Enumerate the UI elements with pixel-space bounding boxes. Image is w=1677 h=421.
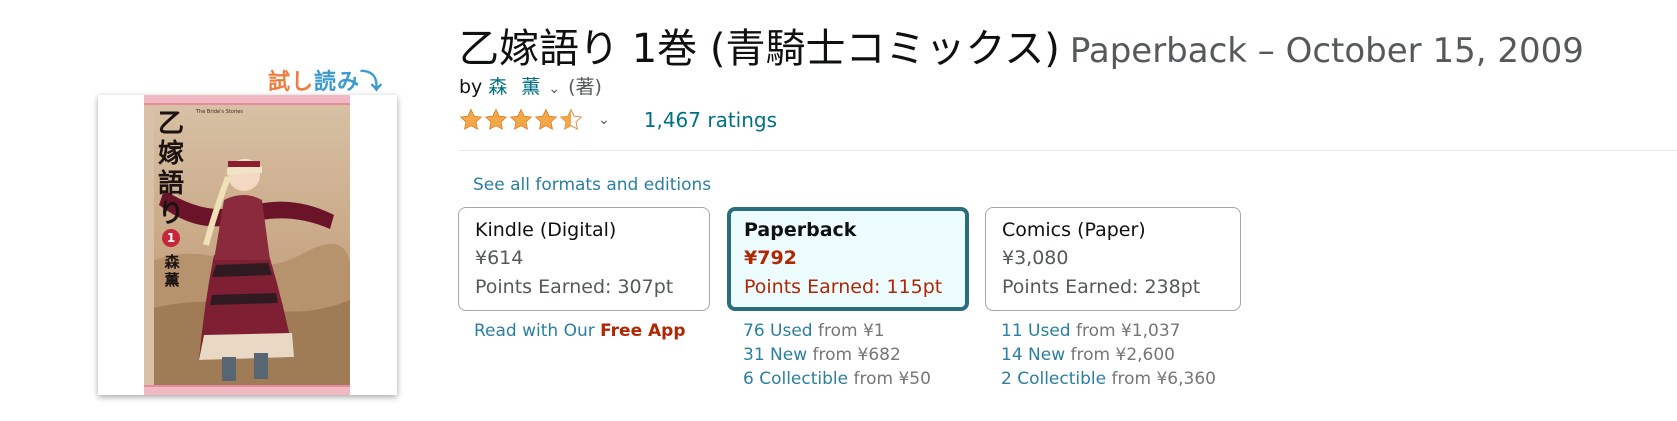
format-price: ¥614 [475, 247, 524, 269]
cover-author-char: 薫 [164, 271, 180, 289]
free-app-link[interactable]: Free App [600, 321, 685, 341]
format-option-comics[interactable]: Comics (Paper) ¥3,080 Points Earned: 238… [985, 207, 1241, 311]
chevron-down-icon[interactable]: ⌄ [598, 112, 610, 128]
format-name: Comics (Paper) [1002, 219, 1146, 241]
cover-title: 乙 嫁 語 り [156, 109, 186, 229]
kindle-app-line[interactable]: Read with Our Free App [458, 319, 710, 343]
offer-line[interactable]: 14 New from ¥2,600 [1001, 343, 1241, 367]
offer-label[interactable]: 31 New [743, 345, 807, 365]
cover-caption: The Bride's Stories [196, 109, 243, 115]
by-label: by [459, 76, 483, 98]
chevron-down-icon[interactable]: ⌄ [548, 81, 560, 97]
format-option-kindle[interactable]: Kindle (Digital) ¥614 Points Earned: 307… [458, 207, 710, 311]
cover-author: 森 薫 [162, 253, 182, 289]
offer-label[interactable]: 14 New [1001, 345, 1065, 365]
offer-from: from ¥682 [812, 345, 901, 365]
format-name: Paperback [744, 219, 857, 241]
book-cover-image[interactable]: 乙 嫁 語 り 1 森 薫 The Bride's Stories [144, 95, 350, 395]
section-divider [459, 150, 1677, 151]
offer-from: from ¥2,600 [1070, 345, 1175, 365]
look-inside-badge[interactable]: 試し読み⤵ [268, 64, 383, 96]
cover-title-char: り [157, 199, 184, 229]
offer-from: from ¥50 [853, 369, 931, 389]
star-full-icon [509, 108, 533, 130]
format-name: Kindle (Digital) [475, 219, 617, 241]
format-points: Points Earned: 307pt [475, 276, 674, 298]
comics-offers: 11 Used from ¥1,037 14 New from ¥2,600 2… [985, 319, 1241, 391]
format-points: Points Earned: 238pt [1002, 276, 1201, 298]
product-title-line: 乙嫁語り 1巻 (青騎士コミックス) Paperback – October 15… [459, 16, 1584, 74]
offer-label[interactable]: 11 Used [1001, 321, 1071, 341]
offer-line[interactable]: 76 Used from ¥1 [743, 319, 969, 343]
offer-line[interactable]: 31 New from ¥682 [743, 343, 969, 367]
curved-arrow-icon: ⤵ [360, 70, 384, 95]
star-half-icon [559, 108, 583, 130]
star-rating[interactable] [459, 108, 584, 132]
format-option-paperback[interactable]: Paperback ¥792 Points Earned: 115pt [727, 207, 969, 311]
rating-row: ⌄ 1,467 ratings [459, 106, 777, 134]
author-link[interactable]: 森 薫 [488, 76, 544, 98]
format-column-kindle: Kindle (Digital) ¥614 Points Earned: 307… [458, 207, 710, 343]
ratings-count-link[interactable]: 1,467 ratings [644, 108, 777, 132]
product-subtitle: Paperback – October 15, 2009 [1069, 31, 1584, 71]
cover-title-char: 嫁 [157, 139, 184, 169]
cover-title-char: 語 [157, 169, 184, 199]
offer-line[interactable]: 6 Collectible from ¥50 [743, 367, 969, 391]
star-full-icon [459, 108, 483, 130]
offer-from: from ¥1,037 [1076, 321, 1181, 341]
offer-label[interactable]: 2 Collectible [1001, 369, 1106, 389]
look-inside-label-1: 試し [268, 70, 315, 95]
offer-line[interactable]: 11 Used from ¥1,037 [1001, 319, 1241, 343]
offer-from: from ¥6,360 [1111, 369, 1216, 389]
cover-volume-badge: 1 [162, 229, 180, 247]
offer-line[interactable]: 2 Collectible from ¥6,360 [1001, 367, 1241, 391]
star-full-icon [534, 108, 558, 130]
author-role: (著) [568, 76, 602, 98]
cover-image-frame[interactable]: 乙 嫁 語 り 1 森 薫 The Bride's Stories [98, 95, 397, 395]
format-column-paperback: Paperback ¥792 Points Earned: 115pt 76 U… [727, 207, 969, 391]
format-price: ¥3,080 [1002, 247, 1069, 269]
format-price: ¥792 [744, 247, 797, 269]
paperback-offers: 76 Used from ¥1 31 New from ¥682 6 Colle… [727, 319, 969, 391]
cover-title-char: 乙 [157, 109, 184, 139]
byline: by 森 薫 ⌄ (著) [459, 72, 602, 99]
offer-label[interactable]: 76 Used [743, 321, 813, 341]
look-inside-label-2: 読み [314, 70, 361, 95]
product-title: 乙嫁語り 1巻 (青騎士コミックス) [459, 26, 1060, 72]
offer-label[interactable]: 6 Collectible [743, 369, 848, 389]
format-points: Points Earned: 115pt [744, 276, 943, 298]
offer-from: from ¥1 [818, 321, 885, 341]
cover-author-char: 森 [164, 253, 180, 271]
read-with-label: Read with Our [474, 321, 601, 341]
see-all-formats-link[interactable]: See all formats and editions [473, 175, 711, 195]
format-column-comics: Comics (Paper) ¥3,080 Points Earned: 238… [985, 207, 1241, 391]
star-full-icon [484, 108, 508, 130]
